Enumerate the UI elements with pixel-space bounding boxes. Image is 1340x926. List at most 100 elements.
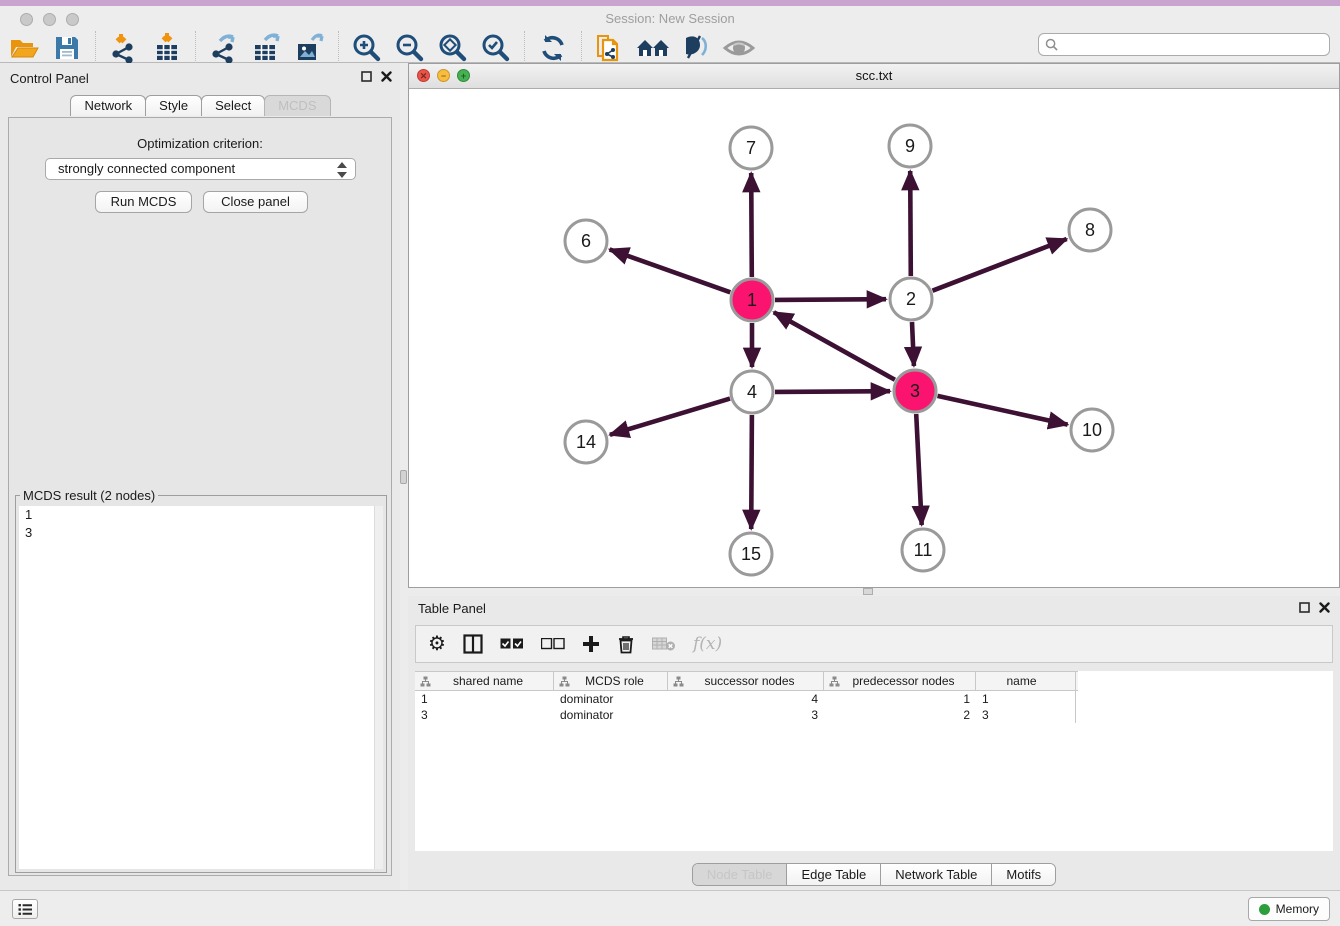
- select-all-columns-button[interactable]: [500, 629, 524, 659]
- column-header-name[interactable]: name: [976, 672, 1076, 690]
- graph-edge-4-3[interactable]: [775, 391, 890, 392]
- tab-motifs[interactable]: Motifs: [992, 864, 1055, 885]
- import-table-button[interactable]: [149, 31, 185, 65]
- show-panel-list-button[interactable]: [12, 899, 38, 919]
- column-header-shared-name[interactable]: shared name: [415, 672, 554, 690]
- zoom-fit-icon: [437, 32, 469, 64]
- show-details-button[interactable]: [721, 31, 757, 65]
- zoom-selected-button[interactable]: [478, 31, 514, 65]
- export-network-button[interactable]: [206, 31, 242, 65]
- table-settings-button[interactable]: ⚙: [428, 629, 446, 659]
- tab-select[interactable]: Select: [201, 95, 265, 116]
- tab-edge-table[interactable]: Edge Table: [787, 864, 881, 885]
- graph-node-10[interactable]: 10: [1071, 409, 1113, 451]
- document-network-icon: [594, 32, 626, 64]
- zoom-in-button[interactable]: [349, 31, 385, 65]
- graph-node-2[interactable]: 2: [890, 278, 932, 320]
- search-input[interactable]: [1062, 38, 1323, 52]
- tab-node-table[interactable]: Node Table: [693, 864, 788, 885]
- table-cell[interactable]: 1: [976, 691, 1076, 707]
- table-cell[interactable]: dominator: [554, 707, 668, 723]
- graph-node-9[interactable]: 9: [889, 125, 931, 167]
- homes-button[interactable]: [635, 31, 671, 65]
- import-network-button[interactable]: [106, 31, 142, 65]
- main-titlebar-toolbar: Session: New Session: [0, 6, 1340, 63]
- graph-node-6[interactable]: 6: [565, 220, 607, 262]
- split-view-button[interactable]: [463, 629, 483, 659]
- graph-node-14[interactable]: 14: [565, 421, 607, 463]
- graph-node-11[interactable]: 11: [902, 529, 944, 571]
- tab-style[interactable]: Style: [145, 95, 202, 116]
- table-cell[interactable]: 4: [668, 691, 824, 707]
- graph-edge-1-7[interactable]: [751, 173, 752, 277]
- table-cell[interactable]: 3: [668, 707, 824, 723]
- run-mcds-button[interactable]: Run MCDS: [95, 191, 192, 213]
- main-toolbar: [6, 30, 757, 66]
- table-row[interactable]: 1dominator411: [415, 691, 1333, 707]
- mcds-result-item[interactable]: 3: [19, 524, 383, 542]
- gear-icon: ⚙: [428, 634, 446, 654]
- splitter-thumb[interactable]: [400, 470, 407, 484]
- table-cell[interactable]: 3: [415, 707, 554, 723]
- mcds-result-item[interactable]: 1: [19, 506, 383, 524]
- vertical-splitter[interactable]: [400, 63, 408, 890]
- toolbar-separator: [338, 31, 339, 65]
- tab-network[interactable]: Network: [70, 95, 146, 116]
- mcds-result-list[interactable]: 1 3: [19, 506, 383, 869]
- graph-edge-2-9[interactable]: [910, 171, 911, 276]
- close-panel-button[interactable]: Close panel: [203, 191, 308, 213]
- float-panel-icon[interactable]: [361, 71, 372, 82]
- graph-node-8[interactable]: 8: [1069, 209, 1111, 251]
- table-cell[interactable]: 3: [976, 707, 1076, 723]
- tab-mcds[interactable]: MCDS: [264, 95, 330, 116]
- open-session-button[interactable]: [6, 31, 42, 65]
- column-header-predecessor-nodes[interactable]: predecessor nodes: [824, 672, 976, 690]
- network-canvas[interactable]: 7 9 6 8 1 2 4 3 14: [410, 90, 1338, 585]
- svg-text:8: 8: [1085, 220, 1095, 240]
- tab-network-table[interactable]: Network Table: [881, 864, 992, 885]
- graph-edge-1-2[interactable]: [775, 299, 886, 300]
- close-panel-icon[interactable]: [1319, 602, 1330, 613]
- graph-edge-2-3[interactable]: [912, 322, 914, 366]
- search-box[interactable]: [1038, 33, 1330, 56]
- close-panel-icon[interactable]: [381, 71, 392, 82]
- criterion-select[interactable]: strongly connected component: [45, 158, 356, 180]
- flag-swoosh-button[interactable]: [678, 31, 714, 65]
- graph-edge-2-8[interactable]: [933, 239, 1067, 291]
- column-header-mcds-role[interactable]: MCDS role: [554, 672, 668, 690]
- export-table-button[interactable]: [249, 31, 285, 65]
- add-column-button[interactable]: [582, 629, 600, 659]
- horizontal-splitter-thumb[interactable]: [863, 588, 873, 595]
- unselect-all-columns-button[interactable]: [541, 629, 565, 659]
- column-header-successor-nodes[interactable]: successor nodes: [668, 672, 824, 690]
- graph-edge-3-11[interactable]: [916, 414, 922, 525]
- function-builder-button-disabled: f(x): [693, 629, 722, 659]
- graph-edge-4-14[interactable]: [610, 399, 730, 435]
- table-cell[interactable]: dominator: [554, 691, 668, 707]
- save-session-button[interactable]: [49, 31, 85, 65]
- graph-edge-4-15[interactable]: [751, 415, 752, 529]
- table-cell[interactable]: 2: [824, 707, 976, 723]
- table-cell[interactable]: 1: [415, 691, 554, 707]
- result-scrollbar[interactable]: [374, 506, 383, 869]
- graph-edge-1-6[interactable]: [610, 249, 731, 292]
- float-panel-icon[interactable]: [1299, 602, 1310, 613]
- graph-edge-3-10[interactable]: [938, 396, 1068, 425]
- checked-boxes-icon: [500, 638, 524, 650]
- graph-node-4[interactable]: 4: [731, 371, 773, 413]
- zoom-out-button[interactable]: [392, 31, 428, 65]
- refresh-button[interactable]: [535, 31, 571, 65]
- network-window-titlebar[interactable]: ✕ − + scc.txt: [409, 64, 1339, 89]
- graph-node-3[interactable]: 3: [894, 370, 936, 412]
- memory-button[interactable]: Memory: [1248, 897, 1330, 921]
- table-cell[interactable]: 1: [824, 691, 976, 707]
- graph-edge-3-1[interactable]: [774, 312, 895, 380]
- graph-node-7[interactable]: 7: [730, 127, 772, 169]
- delete-column-button[interactable]: [617, 629, 635, 659]
- zoom-fit-button[interactable]: [435, 31, 471, 65]
- graph-node-15[interactable]: 15: [730, 533, 772, 575]
- export-image-button[interactable]: [292, 31, 328, 65]
- graph-node-1[interactable]: 1: [731, 279, 773, 321]
- table-row[interactable]: 3dominator323: [415, 707, 1333, 723]
- network-from-file-button[interactable]: [592, 31, 628, 65]
